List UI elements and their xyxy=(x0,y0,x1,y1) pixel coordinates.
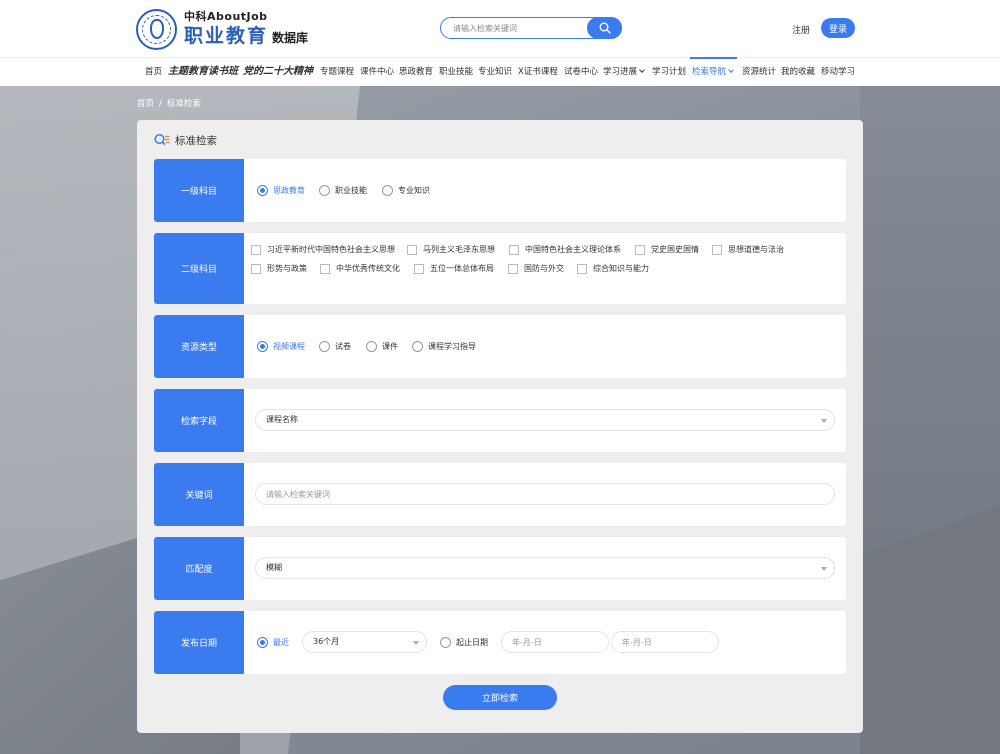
search-icon xyxy=(599,22,611,34)
chevron-down-icon xyxy=(728,67,734,73)
checkbox-subject[interactable]: 国防与外交 xyxy=(508,263,564,274)
row-match-degree: 匹配度 模糊 xyxy=(154,537,846,600)
start-date-input[interactable] xyxy=(501,631,609,653)
logo-seal-icon xyxy=(136,8,177,50)
row-label: 关键词 xyxy=(154,463,244,526)
nav-item-my-favorites[interactable]: 我的收藏 xyxy=(781,58,815,86)
nav-item-home[interactable]: 首页 xyxy=(145,58,162,86)
nav-item-resource-stats[interactable]: 资源统计 xyxy=(742,58,776,86)
checkbox-subject[interactable]: 思想道德与法治 xyxy=(712,244,784,255)
breadcrumb-current: 标准检索 xyxy=(166,99,201,109)
recent-months-select[interactable]: 36个月 xyxy=(302,631,427,653)
row-publish-date: 发布日期 最近 36个月 起止日期 xyxy=(154,611,846,674)
panel-title: 标准检索 xyxy=(154,132,217,148)
radio-courseware[interactable]: 课件 xyxy=(366,341,398,352)
row-keyword: 关键词 xyxy=(154,463,846,526)
caret-down-icon xyxy=(821,567,827,571)
match-degree-select[interactable]: 模糊 xyxy=(255,557,835,579)
checkbox-subject[interactable]: 形势与政策 xyxy=(251,263,307,274)
checkbox-subject[interactable]: 马列主义毛泽东思想 xyxy=(407,244,495,255)
breadcrumb-home[interactable]: 首页 xyxy=(137,99,154,109)
search-list-icon xyxy=(154,133,170,145)
nav-item-professional-knowledge[interactable]: 专业知识 xyxy=(478,58,512,86)
logo-sub-text: 数据库 xyxy=(272,31,309,45)
logo-top-text: 中科AboutJob xyxy=(184,10,268,23)
checkbox-subject[interactable]: 党史国史国情 xyxy=(635,244,699,255)
row-level1-subject: 一级科目 思政教育 职业技能 专业知识 xyxy=(154,159,846,222)
header-search xyxy=(440,17,622,39)
main-nav: 首页 主题教育读书班 党的二十大精神 专题课程 课件中心 思政教育 职业技能 专… xyxy=(0,57,1000,86)
nav-item-exam-center[interactable]: 试卷中心 xyxy=(564,58,598,86)
radio-professional-knowledge[interactable]: 专业知识 xyxy=(382,185,430,196)
nav-item-mobile-learning[interactable]: 移动学习 xyxy=(821,58,855,86)
checkbox-subject[interactable]: 五位一体总体布局 xyxy=(414,263,494,274)
caret-down-icon xyxy=(413,641,419,645)
row-label: 匹配度 xyxy=(154,537,244,600)
checkbox-subject[interactable]: 习近平新时代中国特色社会主义思想 xyxy=(251,244,395,255)
nav-item-search-navigation[interactable]: 检索导航 xyxy=(689,57,738,86)
search-panel: 标准检索 一级科目 思政教育 职业技能 专业知识 二级科目 习近平新时代中国特色… xyxy=(137,120,863,733)
search-field-select[interactable]: 课程名称 xyxy=(255,409,835,431)
nav-item-learning-progress[interactable]: 学习进展 xyxy=(603,58,645,86)
row-search-field: 检索字段 课程名称 xyxy=(154,389,846,452)
radio-recent[interactable]: 最近 xyxy=(257,637,289,648)
row-label: 二级科目 xyxy=(154,233,244,304)
row-level2-subject: 二级科目 习近平新时代中国特色社会主义思想 马列主义毛泽东思想 中国特色社会主义… xyxy=(154,233,846,304)
radio-video-course[interactable]: 视频课程 xyxy=(257,341,305,352)
login-button[interactable]: 登录 xyxy=(821,18,855,38)
submit-search-button[interactable]: 立即检索 xyxy=(443,685,557,710)
header-search-input[interactable] xyxy=(441,18,587,38)
nav-item-courseware[interactable]: 课件中心 xyxy=(360,58,394,86)
row-label: 资源类型 xyxy=(154,315,244,378)
nav-item-topic-courses[interactable]: 专题课程 xyxy=(320,58,354,86)
radio-exam-paper[interactable]: 试卷 xyxy=(319,341,351,352)
logo-main-text: 职业教育 xyxy=(184,25,269,47)
nav-item-theme-education[interactable]: 主题教育读书班 xyxy=(168,58,238,86)
nav-item-x-certificate[interactable]: X证书课程 xyxy=(518,58,558,86)
breadcrumb: 首页 / 标准检索 xyxy=(137,99,201,109)
radio-study-guide[interactable]: 课程学习指导 xyxy=(412,341,476,352)
nav-item-study-plan[interactable]: 学习计划 xyxy=(652,58,686,86)
header-search-button[interactable] xyxy=(587,17,622,39)
site-header: 中科AboutJob 职业教育 数据库 注册 登录 xyxy=(0,0,1000,57)
nav-item-ideology[interactable]: 思政教育 xyxy=(399,58,433,86)
nav-item-vocational-skills[interactable]: 职业技能 xyxy=(439,58,473,86)
row-label: 发布日期 xyxy=(154,611,244,674)
keyword-input[interactable] xyxy=(255,483,835,505)
chevron-down-icon xyxy=(639,67,645,73)
radio-vocational-skills[interactable]: 职业技能 xyxy=(319,185,367,196)
checkbox-subject[interactable]: 综合知识与能力 xyxy=(577,263,649,274)
radio-date-range[interactable]: 起止日期 xyxy=(440,637,488,648)
checkbox-subject[interactable]: 中国特色社会主义理论体系 xyxy=(509,244,621,255)
register-link[interactable]: 注册 xyxy=(792,23,810,36)
nav-item-party-congress[interactable]: 党的二十大精神 xyxy=(243,58,313,86)
radio-ideology[interactable]: 思政教育 xyxy=(257,185,305,196)
row-resource-type: 资源类型 视频课程 试卷 课件 课程学习指导 xyxy=(154,315,846,378)
row-label: 检索字段 xyxy=(154,389,244,452)
end-date-input[interactable] xyxy=(611,631,719,653)
caret-down-icon xyxy=(821,419,827,423)
site-logo[interactable]: 中科AboutJob 职业教育 数据库 xyxy=(136,8,308,50)
checkbox-subject[interactable]: 中华优秀传统文化 xyxy=(320,263,400,274)
row-label: 一级科目 xyxy=(154,159,244,222)
